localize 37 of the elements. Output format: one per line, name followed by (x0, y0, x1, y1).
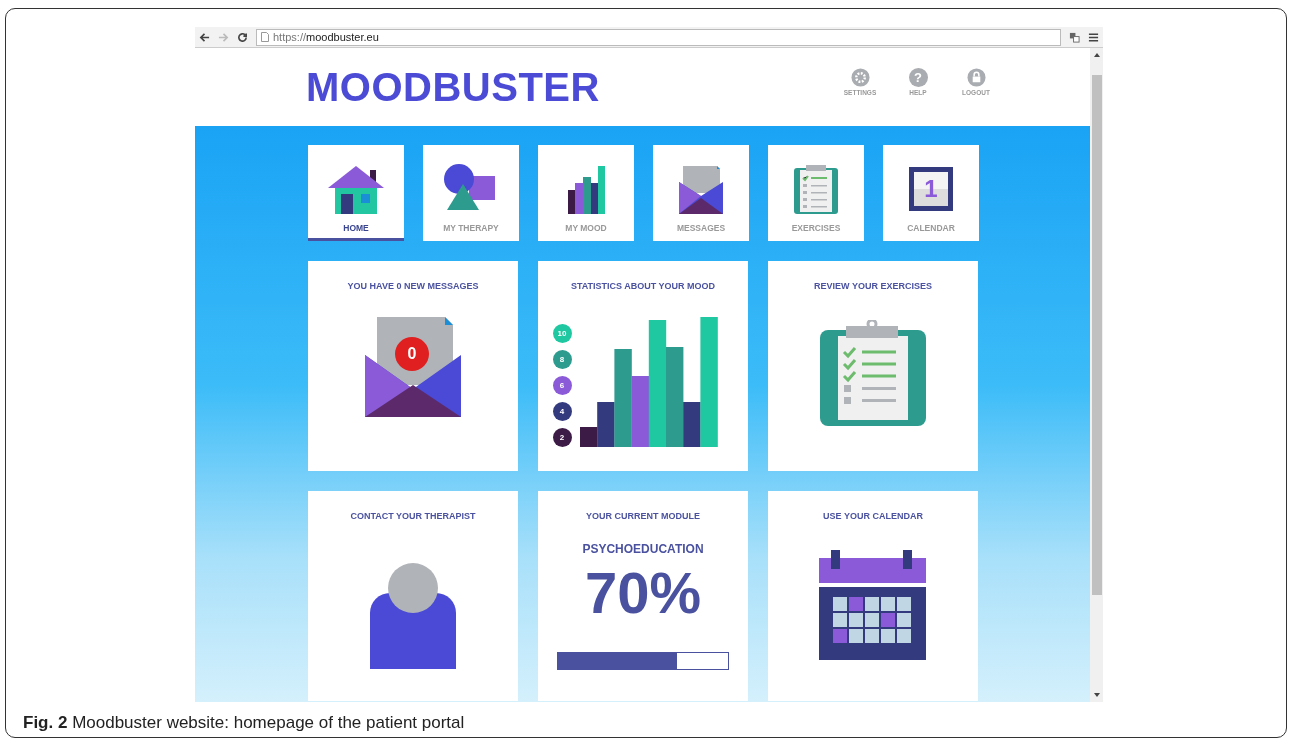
back-icon[interactable] (199, 31, 210, 43)
card-title: YOU HAVE 0 NEW MESSAGES (347, 281, 479, 291)
house-icon (326, 164, 386, 214)
menu-icon[interactable] (1088, 31, 1099, 43)
module-name: PSYCHOEDUCATION (582, 542, 704, 556)
scrollbar[interactable] (1090, 48, 1103, 702)
card-title: CONTACT YOUR THERAPIST (350, 511, 476, 521)
card-title: YOUR CURRENT MODULE (586, 511, 700, 521)
translate-icon[interactable] (1069, 31, 1080, 43)
scale-label: 8 (552, 350, 572, 369)
reload-icon[interactable] (237, 31, 248, 43)
figure-caption: Fig. 2 Moodbuster website: homepage of the patient portal (23, 713, 465, 733)
address-field[interactable]: https://moodbuster.eu (256, 28, 1061, 46)
nav-tile[interactable]: 1 CALENDAR (883, 145, 979, 241)
dashboard-card[interactable]: REVIEW YOUR EXERCISES (768, 261, 978, 471)
lock-icon (966, 68, 986, 87)
scroll-thumb[interactable] (1091, 75, 1102, 595)
dashboard-card[interactable]: USE YOUR CALENDAR (768, 491, 978, 701)
progress-percent: 70% (584, 564, 702, 622)
card-title: STATISTICS ABOUT YOUR MOOD (570, 281, 716, 291)
settings-icon (850, 68, 870, 87)
url-text: https://moodbuster.eu (273, 31, 379, 43)
card-title: REVIEW YOUR EXERCISES (814, 281, 932, 291)
scale-label: 2 (552, 428, 572, 447)
dashboard-card[interactable]: STATISTICS ABOUT YOUR MOOD 10 8 6 4 2 (538, 261, 748, 471)
card-title: USE YOUR CALENDAR (823, 511, 923, 521)
scale-label: 6 (552, 376, 572, 395)
dashboard-card[interactable]: YOUR CURRENT MODULE PSYCHOEDUCATION 70% (538, 491, 748, 701)
scale-label: 4 (552, 402, 572, 421)
dashboard-card[interactable]: CONTACT YOUR THERAPIST (308, 491, 518, 701)
logo[interactable]: MOODBUSTER (306, 64, 606, 110)
scale-label: 10 (552, 324, 572, 343)
help-icon: ? (908, 68, 928, 87)
calendar-icon: 1 (909, 167, 953, 211)
nav-tile[interactable]: HOME (308, 145, 404, 241)
page-icon (261, 32, 269, 42)
dashboard-card[interactable]: YOU HAVE 0 NEW MESSAGES 0 (308, 261, 518, 471)
